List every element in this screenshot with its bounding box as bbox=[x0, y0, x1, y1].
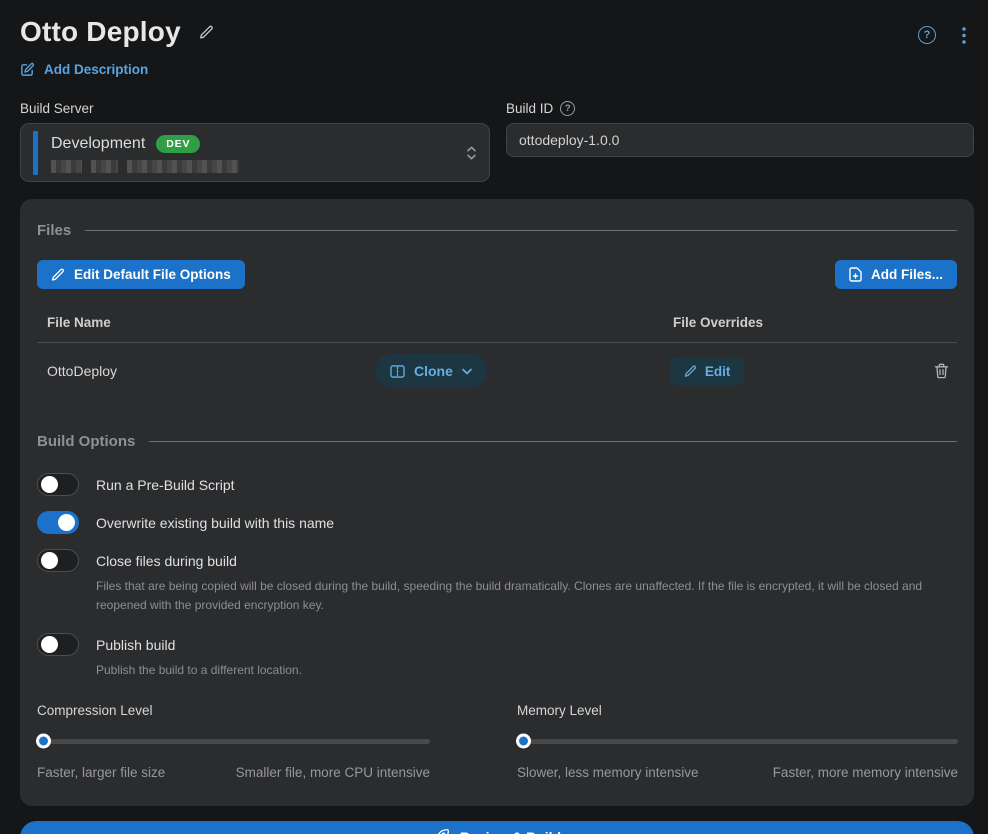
build-id-info-icon[interactable]: ? bbox=[560, 101, 575, 116]
build-id-label: Build ID bbox=[506, 101, 553, 116]
clone-dropdown-button[interactable]: Clone bbox=[375, 354, 487, 388]
build-server-label: Build Server bbox=[20, 101, 490, 116]
file-name-cell: OttoDeploy bbox=[37, 363, 375, 379]
help-icon: ? bbox=[918, 26, 936, 44]
files-section-title: Files bbox=[37, 222, 71, 239]
overflow-menu-button[interactable] bbox=[958, 23, 970, 48]
file-plus-icon bbox=[849, 267, 862, 282]
server-env-badge: DEV bbox=[156, 135, 200, 153]
toggle-label: Publish build bbox=[96, 637, 175, 653]
page-title: Otto Deploy bbox=[20, 16, 181, 48]
toggle-row-pre-build-script: Run a Pre-Build Script bbox=[37, 473, 957, 496]
slider-right-caption: Faster, more memory intensive bbox=[773, 765, 958, 780]
section-divider bbox=[149, 441, 957, 442]
kebab-menu-icon bbox=[962, 27, 966, 44]
pencil-icon bbox=[51, 268, 65, 282]
build-config-card: Files Edit Default File Options Add File… bbox=[20, 199, 974, 806]
select-stepper-icon bbox=[466, 145, 477, 160]
build-options-section-title: Build Options bbox=[37, 433, 135, 450]
header: Otto Deploy ? bbox=[20, 16, 974, 48]
compression-level-slider[interactable] bbox=[37, 739, 430, 744]
toggle-row-close-files: Close files during build bbox=[37, 549, 957, 572]
edit-square-icon bbox=[20, 62, 35, 77]
help-button[interactable]: ? bbox=[914, 22, 940, 48]
redacted-server-detail bbox=[51, 160, 239, 173]
col-header-file-overrides: File Overrides bbox=[673, 315, 763, 330]
toggle-row-publish-build: Publish build bbox=[37, 633, 957, 656]
toggle-label: Close files during build bbox=[96, 553, 237, 569]
delete-file-button[interactable] bbox=[930, 359, 953, 383]
toggle-description: Files that are being copied will be clos… bbox=[96, 577, 957, 614]
close-files-toggle[interactable] bbox=[37, 549, 79, 572]
toggle-label: Overwrite existing build with this name bbox=[96, 515, 334, 531]
edit-title-button[interactable] bbox=[195, 21, 218, 44]
toggle-group-close-files: Close files during build Files that are … bbox=[37, 549, 957, 614]
slider-left-caption: Slower, less memory intensive bbox=[517, 765, 699, 780]
files-table: File Name File Overrides OttoDeploy Clon… bbox=[37, 315, 957, 399]
selected-server-name: Development bbox=[51, 135, 145, 153]
overwrite-build-toggle[interactable] bbox=[37, 511, 79, 534]
table-row: OttoDeploy Clone Edit bbox=[37, 343, 957, 399]
pre-build-script-toggle[interactable] bbox=[37, 473, 79, 496]
pencil-icon bbox=[199, 25, 214, 40]
add-description-label: Add Description bbox=[44, 62, 148, 77]
page: Otto Deploy ? Add Description bbox=[0, 0, 988, 834]
pencil-icon bbox=[684, 365, 697, 378]
edit-overrides-button[interactable]: Edit bbox=[670, 357, 745, 385]
add-description-link[interactable]: Add Description bbox=[20, 62, 148, 77]
toggle-row-overwrite-build: Overwrite existing build with this name bbox=[37, 511, 957, 534]
toggle-group-publish-build: Publish build Publish the build to a dif… bbox=[37, 633, 957, 680]
chevron-down-icon bbox=[462, 368, 472, 375]
build-server-select[interactable]: Development DEV bbox=[20, 123, 490, 182]
slider-thumb[interactable] bbox=[36, 734, 51, 749]
build-id-input[interactable] bbox=[506, 123, 974, 157]
col-header-file-name: File Name bbox=[37, 315, 673, 330]
slider-left-caption: Faster, larger file size bbox=[37, 765, 165, 780]
review-and-build-button[interactable]: Review & Build bbox=[20, 821, 974, 834]
compression-level-label: Compression Level bbox=[37, 703, 430, 718]
rocket-icon bbox=[433, 829, 449, 834]
section-divider bbox=[85, 230, 957, 231]
trash-icon bbox=[934, 363, 949, 379]
selection-accent-bar bbox=[33, 131, 38, 175]
add-files-button[interactable]: Add Files... bbox=[835, 260, 957, 289]
toggle-description: Publish the build to a different locatio… bbox=[96, 661, 957, 680]
toggle-label: Run a Pre-Build Script bbox=[96, 477, 235, 493]
memory-level-group: Memory Level Slower, less memory intensi… bbox=[517, 703, 958, 780]
clone-icon bbox=[390, 365, 405, 378]
slider-right-caption: Smaller file, more CPU intensive bbox=[236, 765, 430, 780]
memory-level-label: Memory Level bbox=[517, 703, 958, 718]
publish-build-toggle[interactable] bbox=[37, 633, 79, 656]
edit-default-file-options-button[interactable]: Edit Default File Options bbox=[37, 260, 245, 289]
compression-level-group: Compression Level Faster, larger file si… bbox=[37, 703, 430, 780]
memory-level-slider[interactable] bbox=[517, 739, 958, 744]
slider-thumb[interactable] bbox=[516, 734, 531, 749]
